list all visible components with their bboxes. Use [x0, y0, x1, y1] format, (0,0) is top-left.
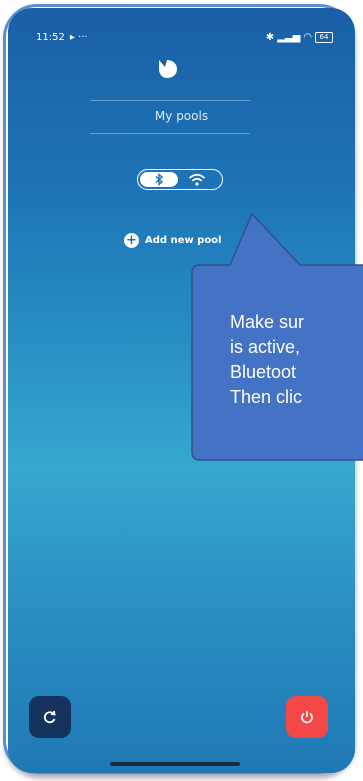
tutorial-callout [191, 212, 363, 461]
home-indicator[interactable] [110, 762, 240, 766]
refresh-button[interactable] [29, 696, 71, 738]
power-icon [301, 711, 313, 724]
refresh-icon [43, 710, 56, 724]
callout-text: Make sur is active, Bluetoot Then clic [230, 312, 305, 407]
power-button[interactable] [286, 696, 328, 738]
